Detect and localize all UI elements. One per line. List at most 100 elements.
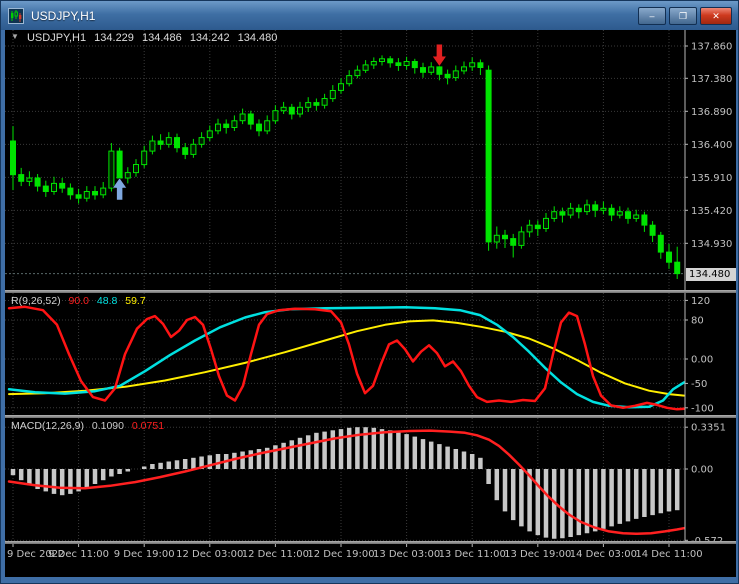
candle-body: [666, 251, 672, 263]
wpr-axis-label: 120: [691, 296, 710, 307]
candle-body: [264, 120, 271, 132]
candle-body: [198, 137, 205, 145]
candle-body: [428, 66, 435, 73]
price-axis-label: 136.890: [691, 107, 732, 118]
candle-body: [206, 130, 213, 139]
candle-body: [280, 106, 287, 112]
macd-signal-line: [7, 429, 686, 536]
candle-body: [616, 211, 623, 216]
candle-body: [502, 234, 508, 240]
candle-body: [288, 106, 295, 115]
candle-body: [608, 207, 615, 216]
candle-body: [592, 204, 599, 211]
candle-body: [149, 140, 156, 152]
candle-body: [461, 66, 467, 72]
candle-body: [59, 182, 66, 189]
wpr-fast-line: [7, 305, 686, 411]
panel-separator[interactable]: [5, 541, 736, 544]
candle-body: [600, 207, 607, 211]
time-axis-label: 12 Dec 19:00: [307, 549, 374, 560]
panel-separator[interactable]: [5, 290, 736, 293]
candle-body: [452, 70, 459, 79]
candle-body: [247, 113, 254, 125]
candle-body: [543, 217, 549, 229]
chart-client-area: 137.860 137.380 136.890 136.400 135.910 135.4…: [5, 30, 736, 577]
time-axis-label: 12 Dec 11:00: [242, 549, 309, 560]
macd-value-main: 0.1090: [91, 420, 124, 432]
ohlc-symbol: USDJPY,H1: [26, 32, 87, 44]
wpr-label-row: R(9,26,52) 90.0 48.8 59.7: [11, 295, 151, 307]
wpr-axis-label: 0.00: [691, 355, 713, 366]
candle-body: [190, 143, 197, 155]
macd-value-signal: 0.0751: [131, 420, 165, 432]
candle-body: [174, 137, 180, 149]
candle-body: [420, 67, 426, 73]
candle-body: [215, 123, 221, 132]
candle-body: [239, 113, 246, 122]
price-axis-label: 135.420: [691, 206, 732, 217]
candle-body: [559, 211, 566, 216]
macd-name: MACD(12,26,9): [11, 420, 84, 432]
time-axis-label: 13 Dec 19:00: [504, 549, 571, 560]
time-axis-label: 13 Dec 11:00: [439, 549, 506, 560]
candle-body: [182, 147, 189, 155]
time-axis-label: 9 Dec 19:00: [114, 549, 175, 560]
candle-body: [67, 187, 74, 196]
candle-body: [256, 123, 262, 132]
candle-body: [297, 106, 303, 115]
candle-body: [165, 137, 172, 145]
candle-body: [469, 62, 476, 68]
current-price-badge: 134.480: [686, 268, 736, 281]
candle-body: [100, 187, 107, 196]
ohlc-low: 134.242: [189, 32, 230, 44]
wpr-value-mid: 48.8: [96, 295, 118, 307]
wpr-value-fast: 90.0: [68, 295, 89, 307]
arrow-down-marker[interactable]: [431, 43, 447, 67]
candle-body: [18, 174, 25, 182]
candle-body: [379, 58, 385, 62]
titlebar[interactable]: USDJPY,H1 – ❐ ✕: [1, 1, 738, 30]
candle-body: [108, 150, 115, 189]
candle-body: [518, 231, 525, 246]
panel-separator[interactable]: [5, 415, 736, 418]
macd-axis-label: 0.00: [691, 465, 713, 476]
candle-body: [567, 207, 574, 216]
arrow-up-marker[interactable]: [112, 177, 128, 201]
candle-body: [83, 191, 90, 199]
candle-body: [34, 177, 41, 187]
candle-body: [141, 150, 148, 166]
candle-body: [526, 224, 533, 233]
symbol-dropdown-icon[interactable]: ▼: [11, 32, 19, 41]
price-axis-label: 137.860: [691, 42, 732, 53]
candle-body: [313, 102, 320, 106]
candle-body: [231, 120, 238, 129]
wpr-slow-line: [8, 319, 685, 397]
minimize-button[interactable]: –: [638, 7, 666, 25]
candle-body: [436, 66, 443, 75]
close-button[interactable]: ✕: [700, 7, 732, 25]
time-axis-label: 9 Dec 11:00: [48, 549, 109, 560]
candle-body: [346, 75, 353, 85]
candle-body: [354, 69, 361, 77]
candle-body: [26, 177, 33, 182]
macd-label-row: MACD(12,26,9) 0.1090 0.0751: [11, 420, 169, 432]
time-axis-label: 13 Dec 03:00: [373, 549, 440, 560]
wpr-axis-label: -50: [691, 379, 707, 390]
restore-button[interactable]: ❐: [669, 7, 697, 25]
candle-body: [116, 150, 123, 179]
candle-body: [10, 140, 16, 176]
ohlc-open: 134.229: [94, 32, 134, 44]
price-axis-label: 135.910: [691, 173, 732, 184]
candle-body: [51, 182, 57, 192]
window-title: USDJPY,H1: [31, 8, 96, 23]
candle-body: [370, 61, 377, 66]
candle-body: [575, 207, 582, 213]
candle-body: [321, 98, 328, 106]
candle-body: [387, 58, 394, 64]
time-axis-label: 12 Dec 03:00: [176, 549, 243, 560]
candle-body: [338, 83, 344, 91]
candle-body: [75, 194, 82, 199]
candle-body: [584, 204, 590, 213]
wpr-axis-label: -100: [691, 403, 714, 414]
price-axis-label: 137.380: [691, 74, 732, 85]
